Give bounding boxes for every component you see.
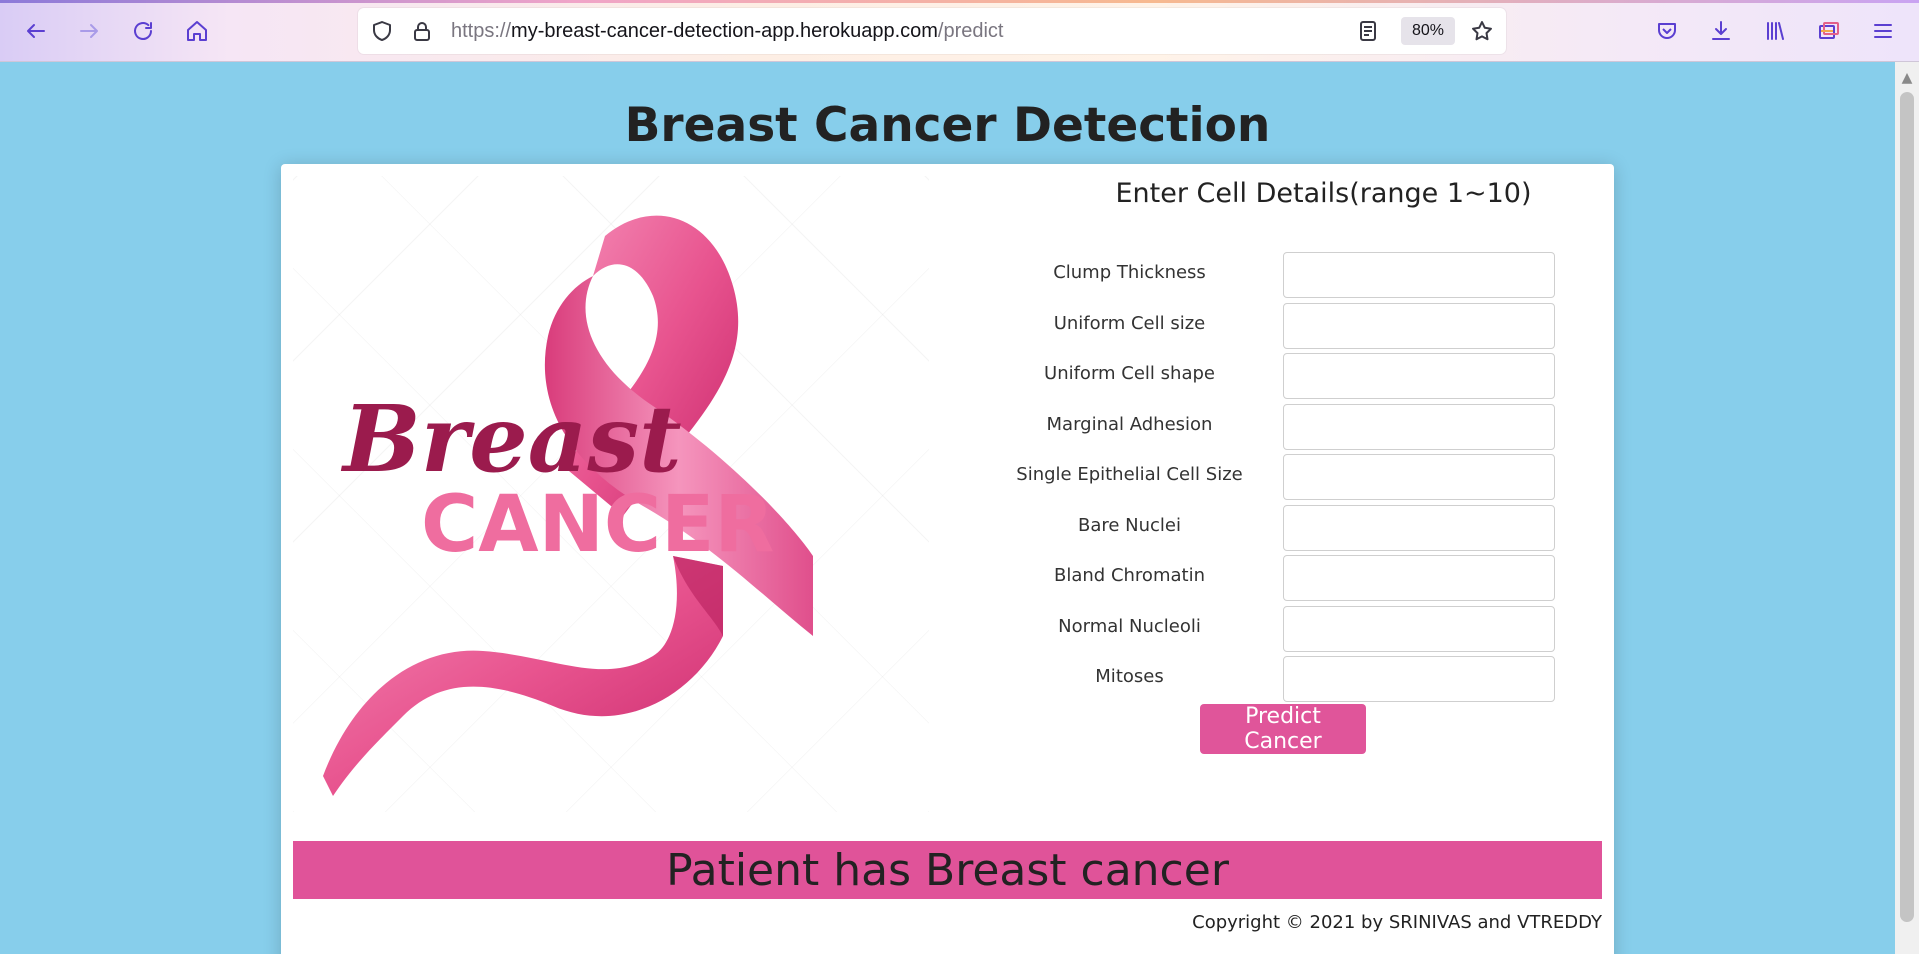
field-label: Bland Chromatin bbox=[1054, 565, 1205, 586]
field-row-normal-nucleoli: Normal Nucleoli bbox=[996, 606, 1621, 652]
library-button[interactable] bbox=[1758, 14, 1792, 48]
bare-nuclei-input[interactable] bbox=[1283, 505, 1555, 551]
forward-button[interactable] bbox=[72, 14, 106, 48]
clump-thickness-input[interactable] bbox=[1283, 252, 1555, 298]
lock-icon[interactable] bbox=[410, 19, 434, 43]
uniform-cell-size-input[interactable] bbox=[1283, 303, 1555, 349]
page-viewport: Breast Cancer Detection Breast CANCER En… bbox=[0, 62, 1895, 954]
back-button[interactable] bbox=[19, 14, 53, 48]
field-label: Single Epithelial Cell Size bbox=[1016, 464, 1243, 485]
copyright-text: Copyright © 2021 by SRINIVAS and VTREDDY bbox=[1192, 912, 1602, 933]
home-icon bbox=[187, 21, 207, 41]
field-row-bare-nuclei: Bare Nuclei bbox=[996, 505, 1621, 551]
home-button[interactable] bbox=[180, 14, 214, 48]
field-row-clump-thickness: Clump Thickness bbox=[996, 252, 1621, 298]
normal-nucleoli-input[interactable] bbox=[1283, 606, 1555, 652]
reload-button[interactable] bbox=[126, 14, 160, 48]
field-label: Uniform Cell size bbox=[1053, 313, 1206, 334]
field-label: Marginal Adhesion bbox=[1046, 414, 1213, 435]
uniform-cell-shape-input[interactable] bbox=[1283, 353, 1555, 399]
predict-cancer-button[interactable]: Predict Cancer bbox=[1200, 704, 1366, 754]
download-icon bbox=[1712, 21, 1730, 40]
synced-tabs-icon bbox=[1819, 22, 1839, 39]
pocket-button[interactable] bbox=[1650, 14, 1684, 48]
hamburger-menu-icon bbox=[1874, 24, 1892, 38]
url-scheme: https:// bbox=[451, 20, 512, 42]
form-heading: Enter Cell Details(range 1~10) bbox=[1115, 178, 1532, 209]
downloads-button[interactable] bbox=[1704, 14, 1738, 48]
bland-chromatin-input[interactable] bbox=[1283, 555, 1555, 601]
field-row-uniform-cell-shape: Uniform Cell shape bbox=[996, 353, 1621, 399]
reload-icon bbox=[134, 22, 152, 40]
field-row-single-epithelial-cell-size: Single Epithelial Cell Size bbox=[996, 454, 1621, 500]
main-card: Breast CANCER Enter Cell Details(range 1… bbox=[281, 164, 1614, 954]
field-label: Bare Nuclei bbox=[1077, 515, 1182, 536]
field-label: Clump Thickness bbox=[1053, 262, 1206, 283]
arrow-left-icon bbox=[27, 24, 45, 38]
prediction-result-banner: Patient has Breast cancer bbox=[293, 841, 1602, 899]
scrollbar-thumb[interactable] bbox=[1900, 92, 1914, 922]
url-bar[interactable]: https://my-breast-cancer-detection-app.h… bbox=[358, 8, 1506, 54]
field-row-bland-chromatin: Bland Chromatin bbox=[996, 555, 1621, 601]
arrow-right-icon bbox=[80, 24, 98, 38]
vertical-scrollbar[interactable]: ▲ bbox=[1895, 62, 1919, 954]
menu-button[interactable] bbox=[1866, 14, 1900, 48]
field-label: Mitoses bbox=[1095, 666, 1164, 687]
url-host: my-breast-cancer-detection-app.herokuapp… bbox=[511, 20, 938, 42]
cancer-caps-word: CANCER bbox=[421, 480, 774, 570]
page-title: Breast Cancer Detection bbox=[624, 98, 1271, 153]
url-path: /predict bbox=[937, 20, 1004, 42]
mitoses-input[interactable] bbox=[1283, 656, 1555, 702]
field-row-mitoses: Mitoses bbox=[996, 656, 1621, 702]
star-icon[interactable] bbox=[1470, 19, 1494, 43]
synced-tabs-button[interactable] bbox=[1812, 14, 1846, 48]
breast-cancer-ribbon-image: Breast CANCER bbox=[293, 176, 929, 812]
field-row-marginal-adhesion: Marginal Adhesion bbox=[996, 404, 1621, 450]
reader-view-icon[interactable] bbox=[1356, 19, 1380, 43]
browser-toolbar: https://my-breast-cancer-detection-app.h… bbox=[0, 0, 1919, 62]
pink-ribbon-icon: Breast CANCER bbox=[323, 215, 813, 796]
scroll-up-arrow-icon[interactable]: ▲ bbox=[1895, 66, 1919, 90]
url-text[interactable]: https://my-breast-cancer-detection-app.h… bbox=[451, 20, 1004, 43]
zoom-level-badge[interactable]: 80% bbox=[1401, 17, 1455, 45]
pocket-icon bbox=[1658, 23, 1676, 39]
breast-script-word: Breast bbox=[340, 385, 682, 493]
single-epithelial-cell-size-input[interactable] bbox=[1283, 454, 1555, 500]
field-row-uniform-cell-size: Uniform Cell size bbox=[996, 303, 1621, 349]
field-label: Normal Nucleoli bbox=[1058, 616, 1201, 637]
library-icon bbox=[1767, 22, 1784, 40]
field-label: Uniform Cell shape bbox=[1044, 363, 1215, 384]
shield-icon[interactable] bbox=[370, 19, 394, 43]
marginal-adhesion-input[interactable] bbox=[1283, 404, 1555, 450]
